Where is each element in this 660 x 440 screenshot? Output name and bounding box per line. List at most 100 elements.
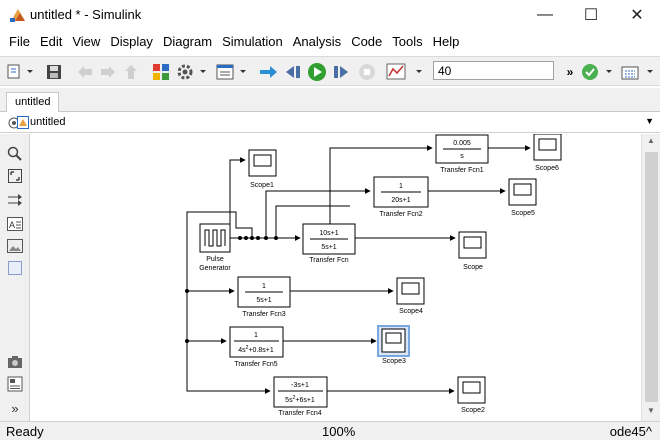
model-explorer-icon	[216, 64, 246, 80]
tab-untitled[interactable]: untitled	[6, 92, 60, 112]
menu-file[interactable]: File	[4, 34, 35, 49]
tf5-numerator: 1	[254, 332, 258, 339]
zoom-icon	[7, 146, 22, 161]
double-chevron-right-icon: »	[11, 400, 19, 416]
scroll-thumb[interactable]	[645, 152, 658, 402]
gear-icon	[177, 64, 206, 80]
solver-name: ode45	[609, 424, 646, 439]
step-forward-icon	[334, 66, 348, 78]
menu-bar: File Edit View Display Diagram Simulatio…	[0, 30, 660, 52]
scope-block[interactable]: Scope	[458, 231, 487, 271]
tf2-label: Transfer Fcn2	[379, 211, 422, 218]
pulse-label-line1: Pulse	[206, 256, 224, 263]
menu-code[interactable]: Code	[346, 34, 387, 49]
back-button[interactable]	[75, 61, 95, 83]
address-path[interactable]: untitled	[30, 116, 65, 128]
hide-arrows-button[interactable]	[7, 192, 23, 208]
forward-button[interactable]	[98, 61, 118, 83]
scroll-up-icon[interactable]: ▲	[647, 136, 655, 145]
scope4-block[interactable]: Scope4	[396, 277, 425, 315]
scroll-down-icon[interactable]: ▼	[647, 406, 655, 415]
area-button[interactable]	[7, 260, 23, 276]
menu-simulation[interactable]: Simulation	[217, 34, 288, 49]
tf2-denominator: 20s+1	[391, 197, 410, 204]
address-bar: untitled ▼	[0, 113, 660, 133]
tf3-numerator: 1	[262, 283, 266, 290]
tf5-denominator: 4s2+0.8s+1	[238, 345, 274, 354]
save-button[interactable]	[44, 61, 64, 83]
pulse-label-line2: Generator	[199, 265, 231, 272]
update-diagram-icon	[260, 66, 277, 78]
model-browser-icon	[7, 376, 23, 392]
model-canvas[interactable]: Pulse Generator 10s+1 5s+1 Transfer Fcn …	[31, 134, 641, 421]
step-forward-button[interactable]	[331, 61, 351, 83]
scope3-block[interactable]: Scope3	[377, 325, 410, 365]
transfer-fcn1-block[interactable]: 0.005 s Transfer Fcn1	[435, 134, 489, 174]
palette-expand-button[interactable]: »	[7, 400, 23, 416]
transfer-fcn-block[interactable]: 10s+1 5s+1 Transfer Fcn	[302, 223, 356, 264]
tf4-denominator: 5s2+6s+1	[285, 395, 315, 404]
menu-diagram[interactable]: Diagram	[158, 34, 217, 49]
transfer-fcn2-block[interactable]: 1 20s+1 Transfer Fcn2	[373, 176, 429, 218]
menu-help[interactable]: Help	[428, 34, 465, 49]
data-inspector-button[interactable]	[386, 61, 428, 83]
scope5-block[interactable]: Scope5	[508, 178, 537, 217]
stop-time-input[interactable]	[433, 61, 554, 80]
scope4-label: Scope4	[399, 308, 423, 315]
vertical-scrollbar[interactable]: ▲ ▼	[641, 134, 660, 421]
library-browser-icon	[153, 64, 169, 80]
simulink-app-icon	[10, 9, 25, 22]
address-dropdown-icon[interactable]: ▼	[645, 116, 654, 126]
step-back-button[interactable]	[283, 61, 303, 83]
build-model-button[interactable]	[620, 61, 658, 83]
back-arrow-icon	[78, 66, 92, 78]
zoom-button[interactable]	[7, 146, 23, 162]
model-explorer-button[interactable]	[215, 61, 251, 83]
toolbar-overflow-button[interactable]: »	[563, 61, 577, 83]
tf4-label: Transfer Fcn4	[278, 410, 321, 417]
image-button[interactable]	[7, 238, 23, 254]
minimize-button[interactable]: —	[522, 0, 568, 30]
up-arrow-icon	[125, 65, 137, 79]
menu-edit[interactable]: Edit	[35, 34, 67, 49]
scope6-label: Scope6	[535, 165, 559, 172]
scope1-block[interactable]: Scope1	[248, 149, 277, 189]
tf2-numerator: 1	[399, 183, 403, 190]
model-settings-button[interactable]	[176, 61, 210, 83]
caret-up-icon: ^	[645, 424, 652, 439]
tf4-numerator: -3s+1	[291, 382, 309, 389]
close-button[interactable]: ✕	[614, 0, 660, 30]
data-inspector-icon	[386, 63, 422, 80]
maximize-button[interactable]: ☐	[568, 0, 614, 30]
menu-display[interactable]: Display	[105, 34, 158, 49]
solver-indicator[interactable]: ode45^	[610, 424, 652, 439]
library-browser-button[interactable]	[150, 61, 172, 83]
annotation-button[interactable]: A	[7, 216, 23, 232]
pulse-generator-block[interactable]: Pulse Generator	[199, 223, 231, 272]
menu-analysis[interactable]: Analysis	[288, 34, 346, 49]
transfer-fcn4-block[interactable]: -3s+1 5s2+6s+1 Transfer Fcn4	[273, 376, 328, 417]
svg-text:A: A	[9, 220, 15, 230]
window-title: untitled * - Simulink	[30, 7, 142, 22]
transfer-fcn5-block[interactable]: 1 4s2+0.8s+1 Transfer Fcn5	[229, 326, 284, 368]
camera-icon	[8, 356, 22, 368]
model-advisor-button[interactable]	[581, 61, 617, 83]
signal-arrows-icon	[8, 194, 22, 206]
transfer-fcn3-block[interactable]: 1 5s+1 Transfer Fcn3	[237, 276, 291, 318]
stop-button[interactable]	[356, 61, 378, 83]
update-diagram-button[interactable]	[258, 61, 280, 83]
menu-view[interactable]: View	[67, 34, 105, 49]
fit-to-view-button[interactable]	[7, 168, 23, 184]
scope2-block[interactable]: Scope2	[457, 376, 486, 414]
new-model-button[interactable]	[6, 61, 36, 83]
screenshot-button[interactable]	[7, 354, 23, 370]
model-browser-button[interactable]	[7, 376, 23, 392]
run-button[interactable]	[306, 61, 328, 83]
block-diagram[interactable]: Pulse Generator 10s+1 5s+1 Transfer Fcn …	[31, 134, 641, 421]
tf1-label: Transfer Fcn1	[440, 167, 483, 174]
scope6-block[interactable]: Scope6	[533, 134, 562, 172]
menu-tools[interactable]: Tools	[387, 34, 427, 49]
up-button[interactable]	[121, 61, 141, 83]
tf1-denominator: s	[460, 153, 464, 160]
tf-label: Transfer Fcn	[309, 257, 349, 264]
